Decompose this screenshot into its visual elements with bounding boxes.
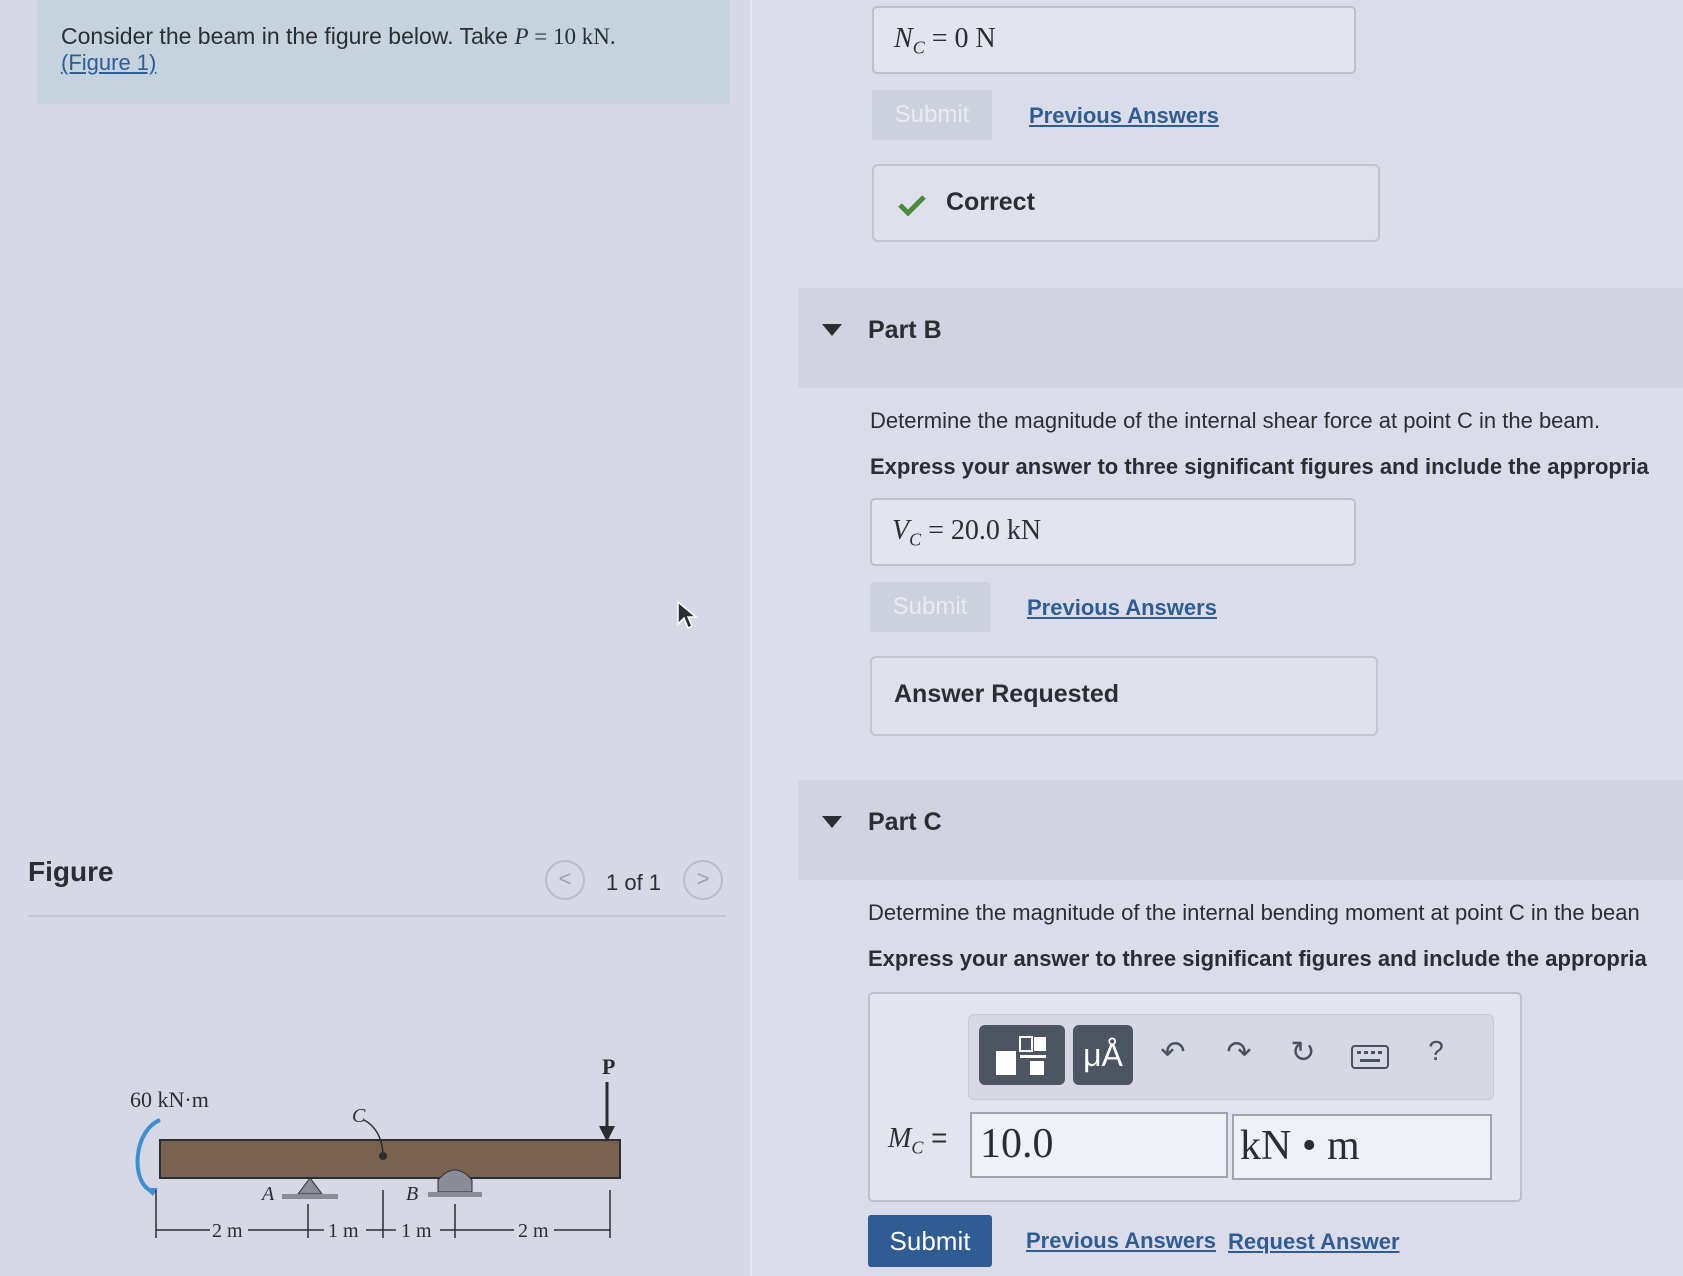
- problem-pane: Consider the beam in the figure below. T…: [0, 0, 750, 1276]
- part-b-answer-display: VC = 20.0 kN: [870, 498, 1356, 566]
- prompt-prefix: Consider the beam in the figure below. T…: [61, 23, 515, 49]
- mouse-pointer-icon: [677, 600, 698, 630]
- request-answer-link[interactable]: Request Answer: [1228, 1229, 1400, 1255]
- part-c-title: Part C: [868, 808, 942, 836]
- part-a-status-label: Correct: [946, 188, 1035, 216]
- part-a-previous-answers-link[interactable]: Previous Answers: [1029, 103, 1219, 129]
- moment-arrow-icon: [135, 1118, 161, 1192]
- dimension-1-label: 2 m: [212, 1220, 243, 1242]
- moment-unit-input[interactable]: kN • m: [1232, 1114, 1492, 1180]
- keyboard-icon[interactable]: [1351, 1045, 1389, 1069]
- figure-pager-count: 1 of 1: [606, 870, 662, 895]
- part-c-header[interactable]: Part C: [798, 780, 1683, 880]
- part-c-answer-editor: μÅ ↶ ↷ ↻ ? MC = 10.0 kN • m: [868, 992, 1522, 1202]
- reset-icon[interactable]: ↻: [1283, 1035, 1323, 1070]
- prev-figure-button[interactable]: <: [545, 860, 585, 900]
- undo-icon[interactable]: ↶: [1153, 1035, 1193, 1070]
- units-button[interactable]: μÅ: [1073, 1025, 1133, 1085]
- point-a-label: A: [260, 1183, 275, 1205]
- part-c-instruction: Express your answer to three significant…: [868, 946, 1647, 971]
- part-c-previous-answers-link[interactable]: Previous Answers: [1026, 1228, 1216, 1254]
- collapse-triangle-icon: [822, 324, 842, 336]
- part-b-status-label: Answer Requested: [894, 680, 1120, 708]
- point-b-label: B: [406, 1183, 418, 1205]
- dimension-2-label: 1 m: [328, 1220, 359, 1242]
- problem-statement: Consider the beam in the figure below. T…: [37, 0, 730, 104]
- part-a-answer: NC = 0 N: [894, 23, 996, 58]
- part-c-question: Determine the magnitude of the internal …: [868, 900, 1640, 925]
- part-b-title: Part B: [868, 316, 942, 344]
- part-b-instruction: Express your answer to three significant…: [870, 454, 1649, 479]
- templates-icon: [996, 1036, 1046, 1075]
- figure-link[interactable]: (Figure 1): [61, 50, 156, 76]
- moment-value-input[interactable]: 10.0: [970, 1112, 1228, 1178]
- moment-label: 60 kN·m: [130, 1087, 209, 1112]
- templates-button[interactable]: [979, 1025, 1065, 1085]
- check-icon: [898, 195, 926, 216]
- part-b-header[interactable]: Part B: [798, 288, 1683, 388]
- problem-text: Consider the beam in the figure below. T…: [61, 22, 616, 51]
- part-c-answer-label: MC =: [888, 1122, 948, 1158]
- point-c-label: C: [352, 1105, 366, 1127]
- prompt-value: = 10 kN.: [528, 24, 616, 49]
- help-button[interactable]: ?: [1421, 1035, 1451, 1067]
- part-b-answer-requested-feedback: Answer Requested: [870, 656, 1378, 736]
- figure-divider: [28, 915, 726, 917]
- part-b-previous-answers-link[interactable]: Previous Answers: [1027, 595, 1217, 621]
- part-a-answer-display: NC = 0 N: [872, 6, 1356, 74]
- load-label: P: [602, 1054, 615, 1079]
- dimension-3-label: 1 m: [401, 1220, 432, 1242]
- part-a-correct-feedback: Correct: [872, 164, 1380, 242]
- part-b-question: Determine the magnitude of the internal …: [870, 408, 1601, 433]
- collapse-triangle-icon: [822, 816, 842, 828]
- part-c-submit-button[interactable]: Submit: [868, 1215, 992, 1267]
- beam-diagram: 60 kN·m P C A B 2 m 1 m 1 m 2 m: [130, 1054, 621, 1242]
- part-b-submit-button[interactable]: Submit: [870, 582, 990, 632]
- figure-heading: Figure: [28, 856, 114, 887]
- beam: [159, 1139, 621, 1179]
- part-b-answer: VC = 20.0 kN: [892, 515, 1042, 550]
- redo-icon[interactable]: ↷: [1219, 1035, 1259, 1070]
- support-a-icon: [282, 1177, 338, 1199]
- dimension-4-label: 2 m: [518, 1220, 549, 1242]
- prompt-variable: P: [514, 24, 529, 49]
- answers-pane: NC = 0 N Submit Previous Answers Correct…: [752, 0, 1683, 1276]
- part-a-submit-button[interactable]: Submit: [872, 90, 992, 140]
- math-toolbar: μÅ ↶ ↷ ↻ ?: [968, 1014, 1494, 1100]
- next-figure-button[interactable]: >: [683, 860, 723, 900]
